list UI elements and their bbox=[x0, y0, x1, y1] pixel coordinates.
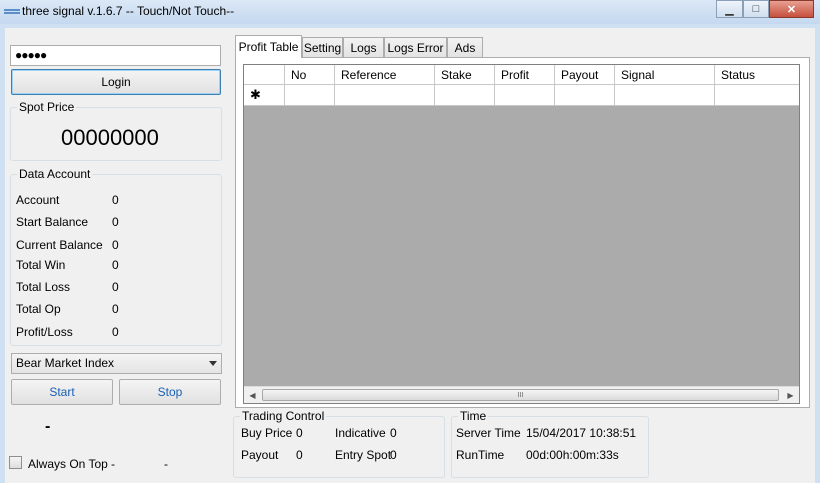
horizontal-scrollbar[interactable]: ◀ III ▶ bbox=[244, 386, 799, 403]
total-op-label: Total Op bbox=[16, 302, 61, 316]
tab-logs[interactable]: Logs bbox=[343, 37, 384, 57]
always-on-top-label: Always On Top bbox=[28, 457, 108, 471]
tab-profit-table[interactable]: Profit Table bbox=[235, 35, 302, 58]
always-on-top-checkbox[interactable] bbox=[9, 456, 22, 469]
scroll-thumb[interactable]: III bbox=[262, 389, 779, 401]
column-header-reference[interactable]: Reference bbox=[335, 65, 435, 84]
stop-button[interactable]: Stop bbox=[119, 379, 221, 405]
time-title: Time bbox=[458, 409, 489, 423]
table-cell[interactable] bbox=[555, 85, 615, 106]
password-input[interactable]: ●●●●● bbox=[10, 45, 221, 66]
table-row[interactable]: ✱ bbox=[244, 85, 799, 106]
column-header-stake[interactable]: Stake bbox=[435, 65, 495, 84]
total-win-label: Total Win bbox=[16, 258, 66, 272]
indicative-label: Indicative bbox=[335, 426, 386, 440]
tab-strip: Profit Table Setting Logs Logs Error Ads bbox=[235, 35, 810, 58]
total-op-value: 0 bbox=[112, 302, 119, 316]
scroll-right-icon[interactable]: ▶ bbox=[782, 387, 799, 403]
trading-control-group: Trading Control Buy Price 0 Indicative 0… bbox=[233, 409, 445, 478]
spot-price-group: Spot Price 00000000 bbox=[10, 100, 222, 161]
column-header-no[interactable]: No bbox=[285, 65, 335, 84]
data-account-group: Data Account Account 0 Start Balance 0 C… bbox=[10, 167, 222, 346]
new-row-icon: ✱ bbox=[244, 85, 285, 106]
time-group: Time Server Time 15/04/2017 10:38:51 Run… bbox=[451, 409, 649, 478]
minimize-icon: ▁ bbox=[725, 3, 734, 16]
market-select-value: Bear Market Index bbox=[16, 356, 115, 370]
table-cell[interactable] bbox=[495, 85, 555, 106]
table-cell[interactable] bbox=[715, 85, 799, 106]
buy-price-label: Buy Price bbox=[241, 426, 293, 440]
trading-control-title: Trading Control bbox=[240, 409, 327, 423]
market-select[interactable]: Bear Market Index bbox=[11, 353, 222, 374]
table-cell[interactable] bbox=[335, 85, 435, 106]
table-cell[interactable] bbox=[435, 85, 495, 106]
tab-setting[interactable]: Setting bbox=[302, 37, 343, 57]
profit-loss-value: 0 bbox=[112, 325, 119, 339]
login-button[interactable]: Login bbox=[11, 69, 221, 95]
table-cell[interactable] bbox=[615, 85, 715, 106]
start-balance-value: 0 bbox=[112, 215, 119, 229]
minimize-button[interactable]: ▁ bbox=[716, 0, 743, 18]
entry-spot-label: Entry Spot bbox=[335, 448, 392, 462]
title-bar: three signal v.1.6.7 -- Touch/Not Touch-… bbox=[0, 0, 820, 24]
tab-ads[interactable]: Ads bbox=[447, 37, 483, 57]
scroll-left-icon[interactable]: ◀ bbox=[244, 387, 261, 403]
server-time-value: 15/04/2017 10:38:51 bbox=[526, 426, 637, 440]
table-cell[interactable] bbox=[285, 85, 335, 106]
tab-logs-error[interactable]: Logs Error bbox=[384, 37, 447, 57]
profit-table-grid[interactable]: No Reference Stake Profit Payout Signal … bbox=[243, 64, 800, 404]
window-client: ●●●●● Login Spot Price 00000000 Data Acc… bbox=[5, 28, 815, 483]
indicative-value: 0 bbox=[390, 426, 397, 440]
column-header-profit[interactable]: Profit bbox=[495, 65, 555, 84]
close-icon: ✕ bbox=[786, 3, 797, 16]
data-account-title: Data Account bbox=[17, 167, 93, 181]
payout-value: 0 bbox=[296, 448, 303, 462]
chevron-down-icon bbox=[209, 361, 217, 366]
close-button[interactable]: ✕ bbox=[769, 0, 814, 18]
start-button[interactable]: Start bbox=[11, 379, 113, 405]
maximize-icon: □ bbox=[752, 3, 760, 15]
current-balance-value: 0 bbox=[112, 238, 119, 252]
window-title: three signal v.1.6.7 -- Touch/Not Touch-… bbox=[22, 4, 235, 18]
maximize-button[interactable]: □ bbox=[743, 0, 769, 18]
server-time-label: Server Time bbox=[456, 426, 521, 440]
profit-loss-label: Profit/Loss bbox=[16, 325, 73, 339]
column-header-status[interactable]: Status bbox=[715, 65, 799, 84]
grid-header-row: No Reference Stake Profit Payout Signal … bbox=[244, 65, 799, 85]
start-balance-label: Start Balance bbox=[16, 215, 89, 229]
account-label: Account bbox=[16, 193, 60, 207]
payout-label: Payout bbox=[241, 448, 279, 462]
column-header-signal[interactable]: Signal bbox=[615, 65, 715, 84]
runtime-value: 00d:00h:00m:33s bbox=[526, 448, 619, 462]
profit-table-panel: No Reference Stake Profit Payout Signal … bbox=[235, 57, 810, 408]
total-loss-label: Total Loss bbox=[16, 280, 71, 294]
account-value: 0 bbox=[112, 193, 119, 207]
entry-spot-value: 0 bbox=[390, 448, 397, 462]
spot-price-title: Spot Price bbox=[17, 100, 77, 114]
runtime-label: RunTime bbox=[456, 448, 505, 462]
total-loss-value: 0 bbox=[112, 280, 119, 294]
current-balance-label: Current Balance bbox=[16, 238, 103, 252]
app-icon bbox=[4, 9, 20, 14]
grid-row-header-corner bbox=[244, 65, 285, 84]
column-header-payout[interactable]: Payout bbox=[555, 65, 615, 84]
status-indicator: - bbox=[45, 418, 51, 435]
status-dash-a: - bbox=[111, 457, 115, 471]
spot-price-value: 00000000 bbox=[61, 125, 159, 150]
total-win-value: 0 bbox=[112, 258, 119, 272]
buy-price-value: 0 bbox=[296, 426, 303, 440]
status-dash-b: - bbox=[164, 457, 168, 471]
